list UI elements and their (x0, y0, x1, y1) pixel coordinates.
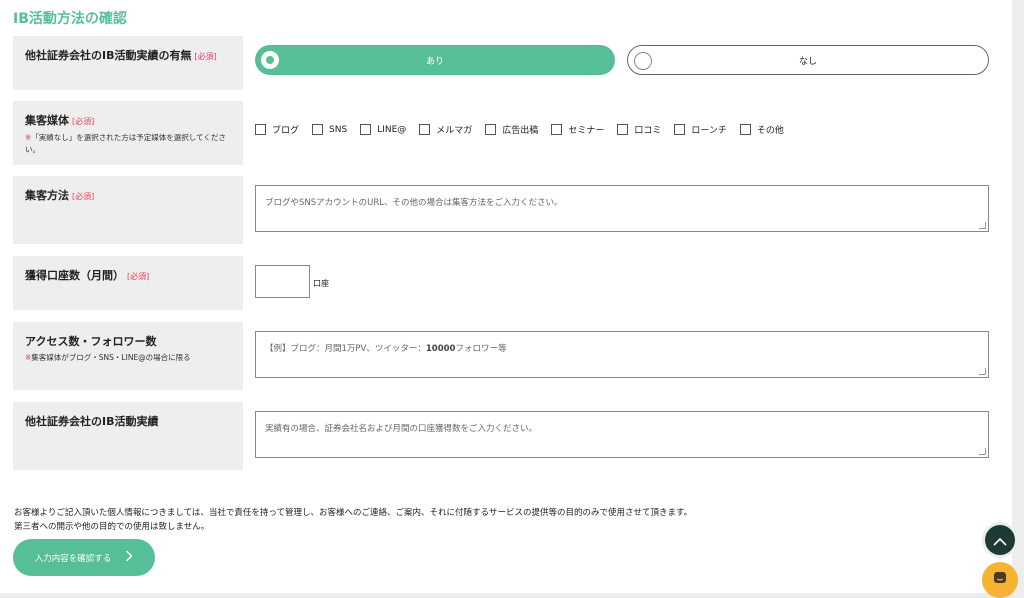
checkbox-mailmag[interactable]: メルマガ (419, 123, 472, 136)
accounts-input[interactable] (255, 265, 310, 298)
label-access: アクセス数・フォロワー数 ※集客媒体がブログ・SNS・LINE@の場合に限る (13, 322, 243, 390)
accounts-unit: 口座 (313, 279, 329, 288)
checkbox-icon[interactable] (617, 124, 629, 135)
chevron-right-icon (125, 550, 133, 565)
radio-empty-icon (634, 52, 652, 70)
page-scrollbar[interactable] (1012, 0, 1024, 598)
checkbox-icon[interactable] (419, 124, 431, 135)
radio-label-no: なし (798, 56, 817, 67)
checkbox-ads[interactable]: 広告出稿 (485, 123, 538, 136)
label-ib-experience: 他社証券会社のIB活動実績の有無 [必須] (13, 36, 243, 90)
checkbox-blog[interactable]: ブログ (255, 123, 299, 136)
access-placeholder: 【例】ブログ：月間1万PV、ツイッター：10000フォロワー等 (265, 344, 507, 354)
ib-record-placeholder: 実績有の場合、証券会社名および月間の口座獲得数をご入力ください。 (265, 424, 538, 434)
chat-icon (992, 570, 1008, 590)
label-text: 獲得口座数（月間） (25, 269, 124, 282)
label-method: 集客方法 [必須] (13, 176, 243, 244)
label-ib-record: 他社証券会社のIB活動実績 (13, 402, 243, 470)
required-tag: [必須] (72, 117, 95, 126)
label-text: 他社証券会社のIB活動実績の有無 (25, 49, 192, 62)
checkbox-word-of-mouth[interactable]: 口コミ (617, 123, 661, 136)
radio-label-yes: あり (425, 56, 444, 67)
confirm-button-label: 入力内容を確認する (34, 553, 112, 564)
chat-button[interactable] (982, 562, 1018, 598)
form-page: IB活動方法の確認 他社証券会社のIB活動実績の有無 [必須] あり なし 集客媒… (0, 0, 1012, 598)
checkbox-other[interactable]: その他 (739, 123, 784, 136)
radio-selected-icon (261, 51, 279, 69)
checkbox-icon[interactable] (360, 124, 372, 135)
checkbox-line[interactable]: LINE@ (360, 124, 406, 135)
checkbox-seminar[interactable]: セミナー (551, 123, 604, 136)
bottom-divider (0, 593, 1012, 598)
label-note: ※「実績なし」を選択された方は予定媒体を選択してください。 (25, 133, 226, 154)
required-tag: [必須] (127, 272, 150, 281)
checkbox-icon[interactable] (312, 124, 324, 135)
checkbox-icon[interactable] (551, 124, 563, 135)
required-tag: [必須] (72, 192, 95, 201)
label-text: 集客媒体 (25, 114, 69, 127)
label-note: ※集客媒体がブログ・SNS・LINE@の場合に限る (25, 353, 191, 362)
checkbox-icon[interactable] (674, 124, 686, 135)
label-text: 他社証券会社のIB活動実績 (25, 415, 159, 428)
scroll-to-top-button[interactable] (982, 522, 1018, 558)
required-tag: [必須] (194, 52, 217, 61)
radio-option-yes[interactable]: あり (255, 45, 615, 75)
checkbox-sns[interactable]: SNS (312, 124, 347, 135)
label-media: 集客媒体 [必須] ※「実績なし」を選択された方は予定媒体を選択してください。 (13, 101, 243, 165)
privacy-notice: お客様よりご記入頂いた個人情報につきましては、当社で責任を持って管理し、お客様へ… (14, 508, 693, 532)
ib-record-textarea[interactable]: 実績有の場合、証券会社名および月間の口座獲得数をご入力ください。 (255, 411, 989, 458)
label-accounts: 獲得口座数（月間） [必須] (13, 256, 243, 310)
checkbox-icon[interactable] (739, 124, 751, 135)
chevron-up-icon (993, 531, 1007, 550)
method-textarea[interactable]: ブログやSNSアカウントのURL、その他の場合は集客方法をご入力ください。 (255, 185, 989, 232)
section-title: IB活動方法の確認 (13, 11, 127, 27)
checkbox-icon[interactable] (255, 124, 266, 135)
radio-option-no[interactable]: なし (627, 45, 989, 75)
label-text: 集客方法 (25, 189, 69, 202)
media-checkbox-group: ブログ SNS LINE@ メルマガ 広告出稿 セミナー 口コミ ローンチ その… (255, 123, 797, 136)
access-textarea[interactable]: 【例】ブログ：月間1万PV、ツイッター：10000フォロワー等 (255, 331, 989, 378)
label-text: アクセス数・フォロワー数 (25, 335, 157, 348)
checkbox-icon[interactable] (485, 124, 497, 135)
method-placeholder: ブログやSNSアカウントのURL、その他の場合は集客方法をご入力ください。 (265, 198, 563, 208)
checkbox-launch[interactable]: ローンチ (674, 123, 727, 136)
confirm-button[interactable]: 入力内容を確認する (13, 539, 155, 576)
